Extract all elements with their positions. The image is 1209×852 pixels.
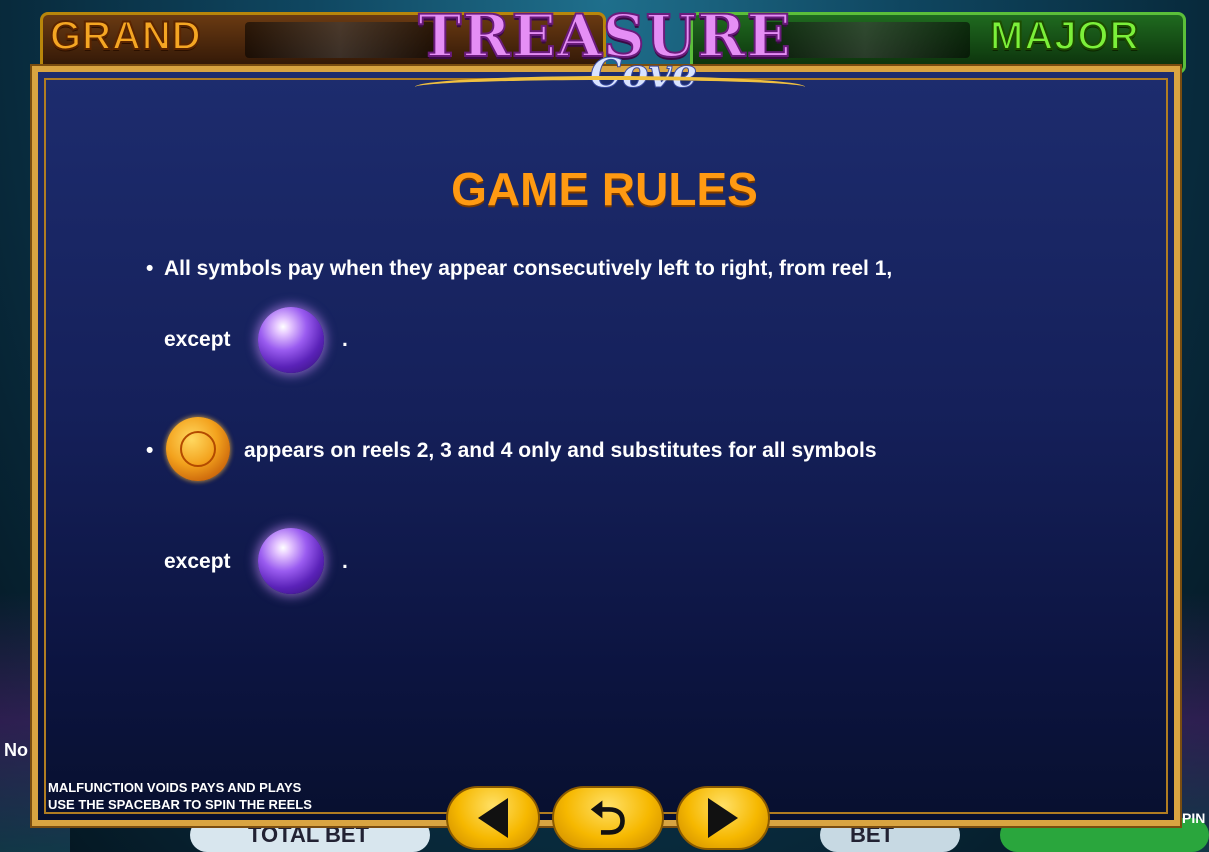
rule2-bullet: •	[146, 439, 154, 462]
rule2-except: except	[164, 550, 231, 573]
next-page-button[interactable]	[676, 786, 770, 850]
left-side-label: No	[4, 740, 28, 760]
logo-swoosh	[415, 76, 805, 98]
grand-jackpot-label: GRAND	[49, 13, 202, 59]
malfunction-notice: MALFUNCTION VOIDS PAYS AND PLAYS	[48, 780, 302, 795]
major-jackpot-label: MAJOR	[989, 13, 1140, 59]
previous-page-button[interactable]	[446, 786, 540, 850]
arrow-left-icon	[478, 798, 508, 838]
rule1-except: except	[164, 328, 231, 351]
arrow-right-icon	[708, 798, 738, 838]
spacebar-hint: USE THE SPACEBAR TO SPIN THE REELS	[48, 797, 312, 812]
pearl-scatter-icon	[258, 307, 324, 373]
rule2-period: .	[342, 550, 348, 573]
rule1-bullet: •	[146, 257, 154, 280]
game-logo: TREASURE Cove	[405, 1, 805, 114]
pearl-scatter-icon	[258, 528, 324, 594]
return-to-game-button[interactable]: ⮌	[552, 786, 664, 850]
rule1-period: .	[342, 328, 348, 351]
gold-coin-wild-icon	[166, 417, 230, 481]
page-title: GAME RULES	[451, 163, 758, 215]
rule2-text: appears on reels 2, 3 and 4 only and sub…	[244, 439, 877, 462]
return-icon: ⮌	[589, 792, 627, 844]
rule1-text: All symbols pay when they appear consecu…	[164, 257, 893, 280]
right-side-label: PIN	[1182, 810, 1206, 826]
